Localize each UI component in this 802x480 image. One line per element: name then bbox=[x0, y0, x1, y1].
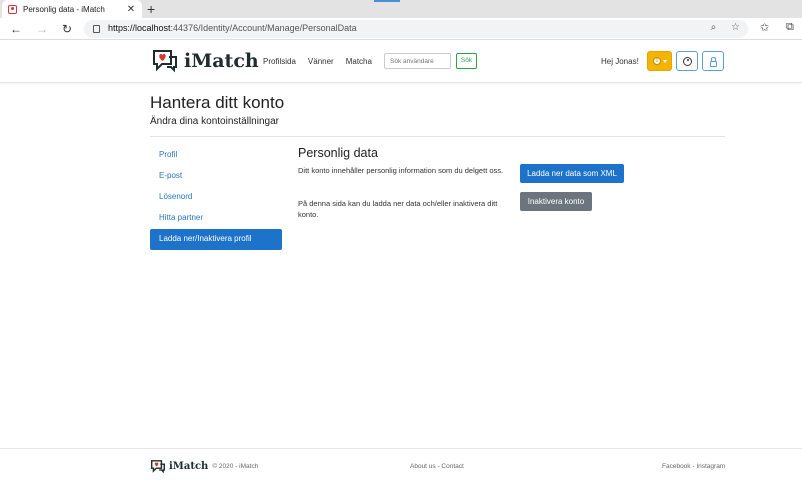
nav-vanner[interactable]: Vänner bbox=[308, 57, 334, 66]
tab-strip-accent bbox=[374, 0, 400, 2]
nav-matcha[interactable]: Matcha bbox=[346, 57, 372, 66]
back-icon[interactable]: ← bbox=[8, 21, 24, 37]
page-subtitle: Ändra dina kontoinställningar bbox=[150, 116, 279, 127]
search-input[interactable] bbox=[384, 53, 451, 69]
sidenav-item-epost[interactable]: E-post bbox=[150, 166, 282, 187]
browser-tab[interactable]: Personlig data - iMatch ✕ bbox=[2, 0, 142, 18]
site-header: iMatch Profilsida Vänner Matcha Sök Hej … bbox=[0, 41, 802, 83]
browser-tab-strip: Personlig data - iMatch ✕ + bbox=[0, 0, 802, 18]
footer-brand-name: iMatch bbox=[169, 461, 209, 472]
search-button[interactable]: Sök bbox=[456, 53, 477, 69]
brand-link[interactable]: iMatch bbox=[151, 48, 259, 74]
account-sidenav: Profil E-post Lösenord Hitta partner Lad… bbox=[150, 145, 282, 250]
favorites-icon[interactable]: ✩ bbox=[760, 21, 769, 34]
personal-data-instructions: På denna sida kan du ladda ner data och/… bbox=[298, 199, 498, 219]
favicon-icon bbox=[8, 4, 17, 14]
sidenav-item-profil[interactable]: Profil bbox=[150, 145, 282, 166]
chat-heart-logo-icon bbox=[151, 48, 179, 74]
user-greeting: Hej Jonas! bbox=[601, 57, 639, 66]
lock-icon bbox=[710, 57, 717, 67]
brand-name: iMatch bbox=[184, 50, 259, 72]
sidenav-item-losenord[interactable]: Lösenord bbox=[150, 187, 282, 208]
chat-heart-logo-icon bbox=[150, 459, 166, 474]
divider bbox=[150, 136, 725, 137]
footer-brand: iMatch © 2020 - iMatch bbox=[150, 459, 258, 474]
site-footer: iMatch © 2020 - iMatch About us - Contac… bbox=[0, 448, 802, 480]
lock-icon bbox=[93, 25, 100, 33]
sidenav-item-personal-data[interactable]: Ladda ner/Inaktivera profil bbox=[150, 229, 282, 250]
footer-copyright: © 2020 - iMatch bbox=[212, 463, 259, 470]
logout-button[interactable] bbox=[702, 51, 724, 71]
url-bar[interactable]: https://localhost:44376/Identity/Account… bbox=[84, 20, 748, 38]
sidenav-item-hitta-partner[interactable]: Hitta partner bbox=[150, 208, 282, 229]
forward-icon[interactable]: → bbox=[34, 21, 50, 37]
favorite-star-icon[interactable]: ☆ bbox=[731, 22, 740, 33]
download-xml-button[interactable]: Ladda ner data som XML bbox=[520, 164, 624, 183]
chevron-down-icon bbox=[663, 60, 667, 63]
zoom-icon[interactable]: ⌕ bbox=[711, 22, 717, 33]
deactivate-account-button[interactable]: Inaktivera konto bbox=[520, 192, 592, 211]
footer-about-contact-links[interactable]: About us - Contact bbox=[410, 463, 464, 470]
tab-title: Personlig data - iMatch bbox=[23, 4, 105, 14]
close-tab-icon[interactable]: ✕ bbox=[126, 4, 136, 15]
footer-social-links[interactable]: Facebook - Instagram bbox=[662, 463, 725, 470]
coins-dropdown-button[interactable]: 0 bbox=[647, 51, 672, 71]
user-icon bbox=[683, 57, 692, 66]
content-title: Personlig data bbox=[298, 146, 378, 160]
main-nav: Profilsida Vänner Matcha bbox=[263, 57, 372, 66]
reload-icon[interactable]: ↻ bbox=[59, 21, 75, 37]
personal-data-description: Ditt konto innehåller personlig informat… bbox=[298, 166, 504, 175]
new-tab-icon[interactable]: + bbox=[147, 1, 155, 17]
coin-icon: 0 bbox=[653, 57, 661, 65]
nav-profilsida[interactable]: Profilsida bbox=[263, 57, 296, 66]
profile-button[interactable] bbox=[676, 51, 698, 71]
url-text: https://localhost:44376/Identity/Account… bbox=[108, 23, 357, 33]
address-bar-row: ← → ↻ https://localhost:44376/Identity/A… bbox=[0, 18, 802, 40]
page-title: Hantera ditt konto bbox=[150, 93, 285, 112]
collections-icon[interactable]: ⧉ bbox=[786, 21, 794, 34]
